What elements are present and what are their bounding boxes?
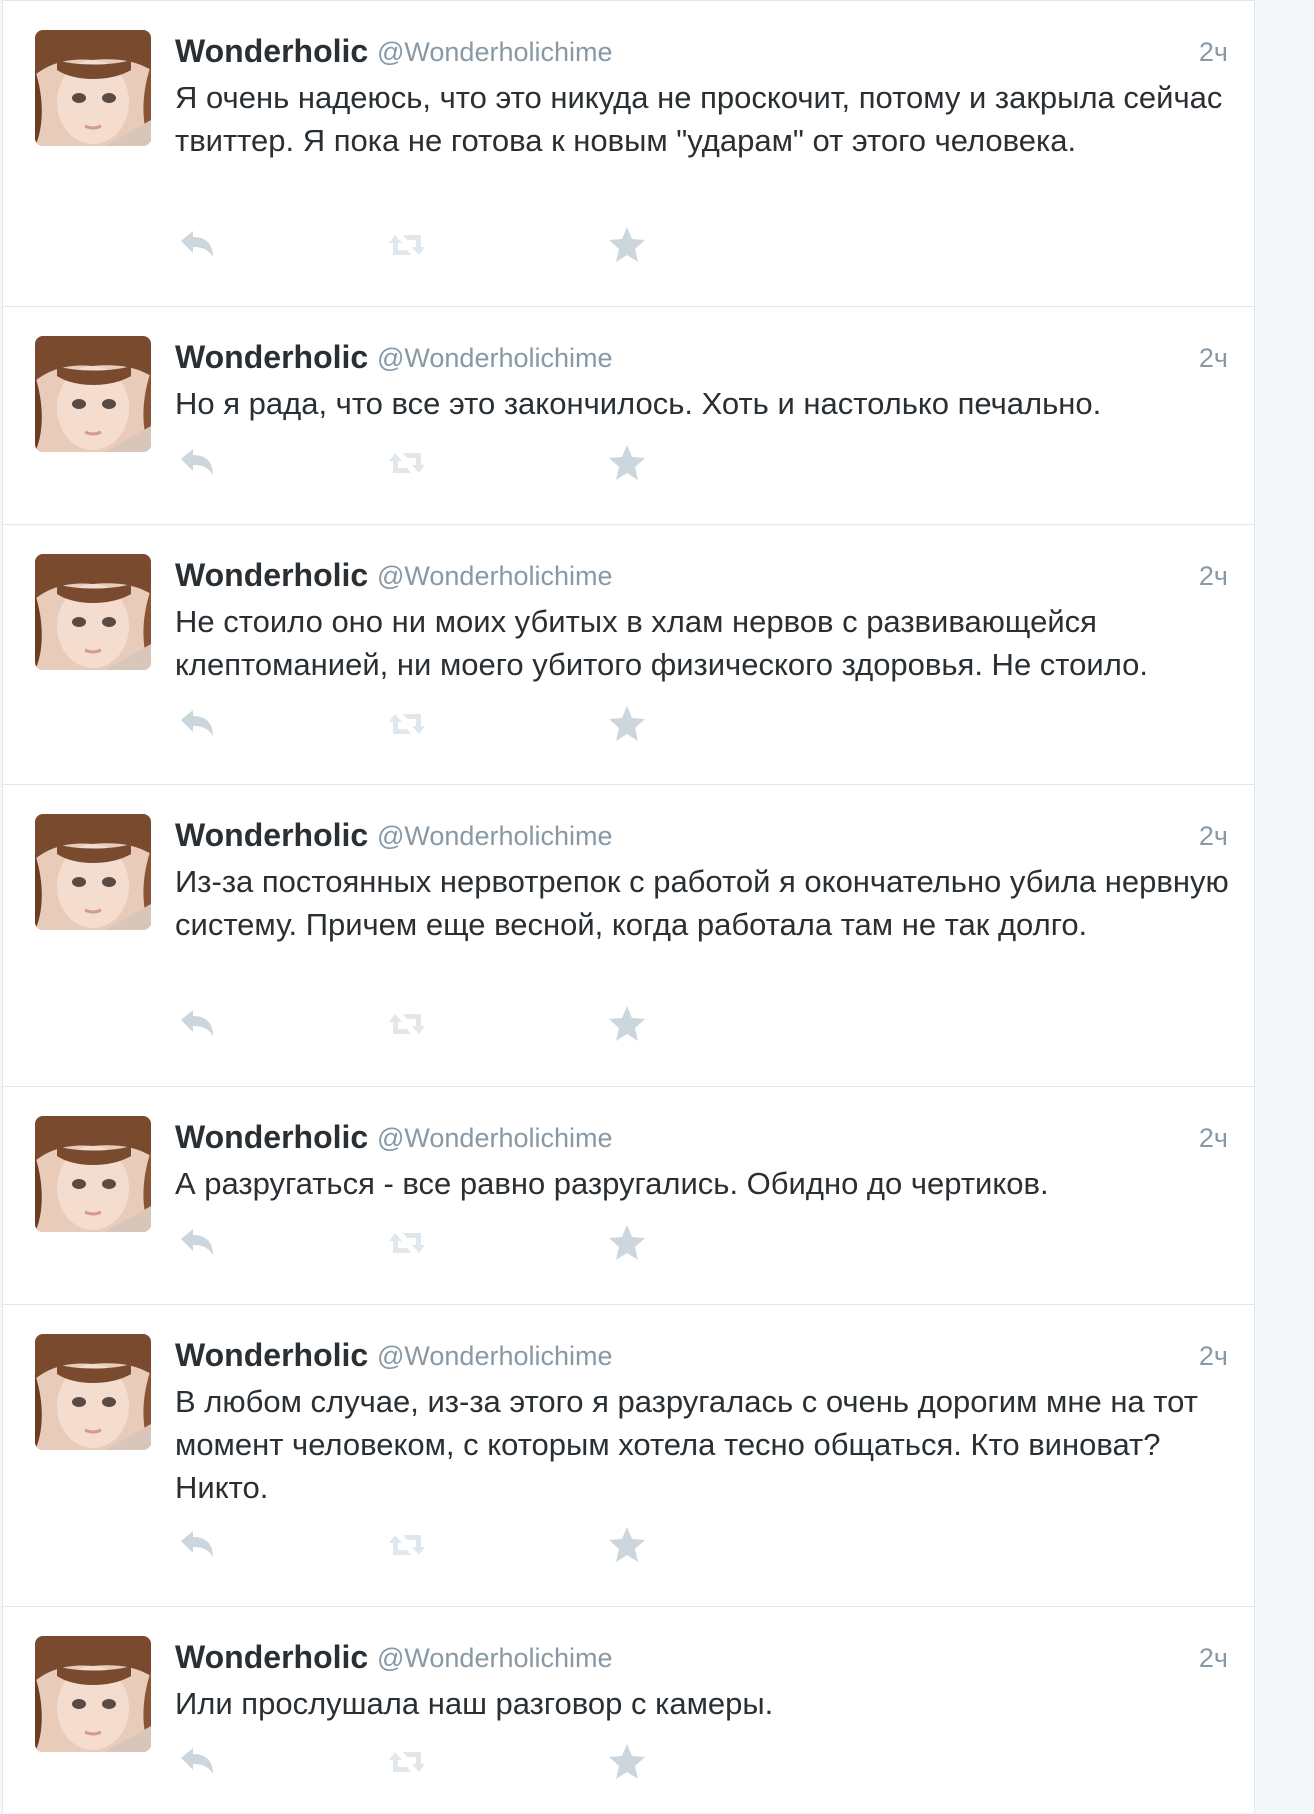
- tweet-text: Я очень надеюсь, что это никуда не проск…: [175, 80, 1223, 158]
- retweet-icon[interactable]: [385, 1221, 429, 1265]
- reply-icon[interactable]: [175, 441, 219, 485]
- tweet-timestamp[interactable]: 2ч: [1199, 1123, 1228, 1154]
- tweet-username[interactable]: @Wonderholichime: [377, 821, 613, 852]
- tweet-actions: [175, 1740, 655, 1784]
- tweet-timestamp[interactable]: 2ч: [1199, 343, 1228, 374]
- tweet-timeline: Wonderholic @Wonderholichime 2ч Я очень …: [2, 0, 1255, 1813]
- tweet[interactable]: Wonderholic @Wonderholichime 2ч Но я рад…: [3, 307, 1254, 525]
- star-icon[interactable]: [605, 1740, 649, 1784]
- tweet-text: Не стоило оно ни моих убитых в хлам нерв…: [175, 604, 1148, 682]
- retweet-icon[interactable]: [385, 223, 429, 267]
- star-icon[interactable]: [605, 702, 649, 746]
- tweet-header: Wonderholic @Wonderholichime 2ч: [175, 553, 1228, 593]
- retweet-icon[interactable]: [385, 1002, 429, 1046]
- retweet-icon[interactable]: [385, 702, 429, 746]
- tweet-username[interactable]: @Wonderholichime: [377, 1341, 613, 1372]
- avatar[interactable]: [35, 814, 151, 930]
- tweet-actions: [175, 1002, 655, 1046]
- tweet-actions: [175, 1523, 655, 1567]
- tweet-timestamp[interactable]: 2ч: [1199, 37, 1228, 68]
- page-background: [1255, 0, 1314, 1813]
- tweet-header: Wonderholic @Wonderholichime 2ч: [175, 813, 1228, 853]
- tweet-username[interactable]: @Wonderholichime: [377, 37, 613, 68]
- tweet-actions: [175, 1221, 655, 1265]
- tweet-fullname[interactable]: Wonderholic: [175, 1119, 368, 1156]
- star-icon[interactable]: [605, 223, 649, 267]
- tweet-timestamp[interactable]: 2ч: [1199, 821, 1228, 852]
- avatar[interactable]: [35, 30, 151, 146]
- tweet[interactable]: Wonderholic @Wonderholichime 2ч Я очень …: [3, 1, 1254, 307]
- tweet-actions: [175, 702, 655, 746]
- tweet-username[interactable]: @Wonderholichime: [377, 1643, 613, 1674]
- retweet-icon[interactable]: [385, 1740, 429, 1784]
- tweet-username[interactable]: @Wonderholichime: [377, 561, 613, 592]
- reply-icon[interactable]: [175, 1523, 219, 1567]
- tweet-text: А разругаться - все равно разругались. О…: [175, 1166, 1049, 1201]
- reply-icon[interactable]: [175, 1740, 219, 1784]
- tweet-text: Из-за постоянных нервотрепок с работой я…: [175, 864, 1229, 942]
- avatar[interactable]: [35, 1334, 151, 1450]
- tweet[interactable]: Wonderholic @Wonderholichime 2ч Или прос…: [3, 1607, 1254, 1814]
- tweet-username[interactable]: @Wonderholichime: [377, 1123, 613, 1154]
- tweet[interactable]: Wonderholic @Wonderholichime 2ч В любом …: [3, 1305, 1254, 1607]
- star-icon[interactable]: [605, 1221, 649, 1265]
- tweet[interactable]: Wonderholic @Wonderholichime 2ч Из-за по…: [3, 785, 1254, 1087]
- tweet-header: Wonderholic @Wonderholichime 2ч: [175, 1333, 1228, 1373]
- tweet-actions: [175, 223, 655, 267]
- tweet-timestamp[interactable]: 2ч: [1199, 1341, 1228, 1372]
- tweet-text: Но я рада, что все это закончилось. Хоть…: [175, 386, 1102, 421]
- tweet-fullname[interactable]: Wonderholic: [175, 1337, 368, 1374]
- tweet[interactable]: Wonderholic @Wonderholichime 2ч А разруг…: [3, 1087, 1254, 1305]
- tweet-actions: [175, 441, 655, 485]
- avatar[interactable]: [35, 1636, 151, 1752]
- tweet-header: Wonderholic @Wonderholichime 2ч: [175, 1115, 1228, 1155]
- tweet-header: Wonderholic @Wonderholichime 2ч: [175, 1635, 1228, 1675]
- reply-icon[interactable]: [175, 1221, 219, 1265]
- avatar[interactable]: [35, 1116, 151, 1232]
- avatar[interactable]: [35, 554, 151, 670]
- star-icon[interactable]: [605, 441, 649, 485]
- tweet-username[interactable]: @Wonderholichime: [377, 343, 613, 374]
- tweet-header: Wonderholic @Wonderholichime 2ч: [175, 335, 1228, 375]
- retweet-icon[interactable]: [385, 441, 429, 485]
- tweet[interactable]: Wonderholic @Wonderholichime 2ч Не стоил…: [3, 525, 1254, 785]
- star-icon[interactable]: [605, 1002, 649, 1046]
- tweet-text: Или прослушала наш разговор с камеры.: [175, 1686, 774, 1721]
- avatar[interactable]: [35, 336, 151, 452]
- tweet-timestamp[interactable]: 2ч: [1199, 561, 1228, 592]
- tweet-fullname[interactable]: Wonderholic: [175, 817, 368, 854]
- reply-icon[interactable]: [175, 702, 219, 746]
- reply-icon[interactable]: [175, 1002, 219, 1046]
- tweet-timestamp[interactable]: 2ч: [1199, 1643, 1228, 1674]
- star-icon[interactable]: [605, 1523, 649, 1567]
- reply-icon[interactable]: [175, 223, 219, 267]
- tweet-fullname[interactable]: Wonderholic: [175, 1639, 368, 1676]
- tweet-fullname[interactable]: Wonderholic: [175, 339, 368, 376]
- tweet-fullname[interactable]: Wonderholic: [175, 33, 368, 70]
- tweet-text: В любом случае, из-за этого я разругалас…: [175, 1384, 1198, 1505]
- tweet-fullname[interactable]: Wonderholic: [175, 557, 368, 594]
- tweet-header: Wonderholic @Wonderholichime 2ч: [175, 29, 1228, 69]
- retweet-icon[interactable]: [385, 1523, 429, 1567]
